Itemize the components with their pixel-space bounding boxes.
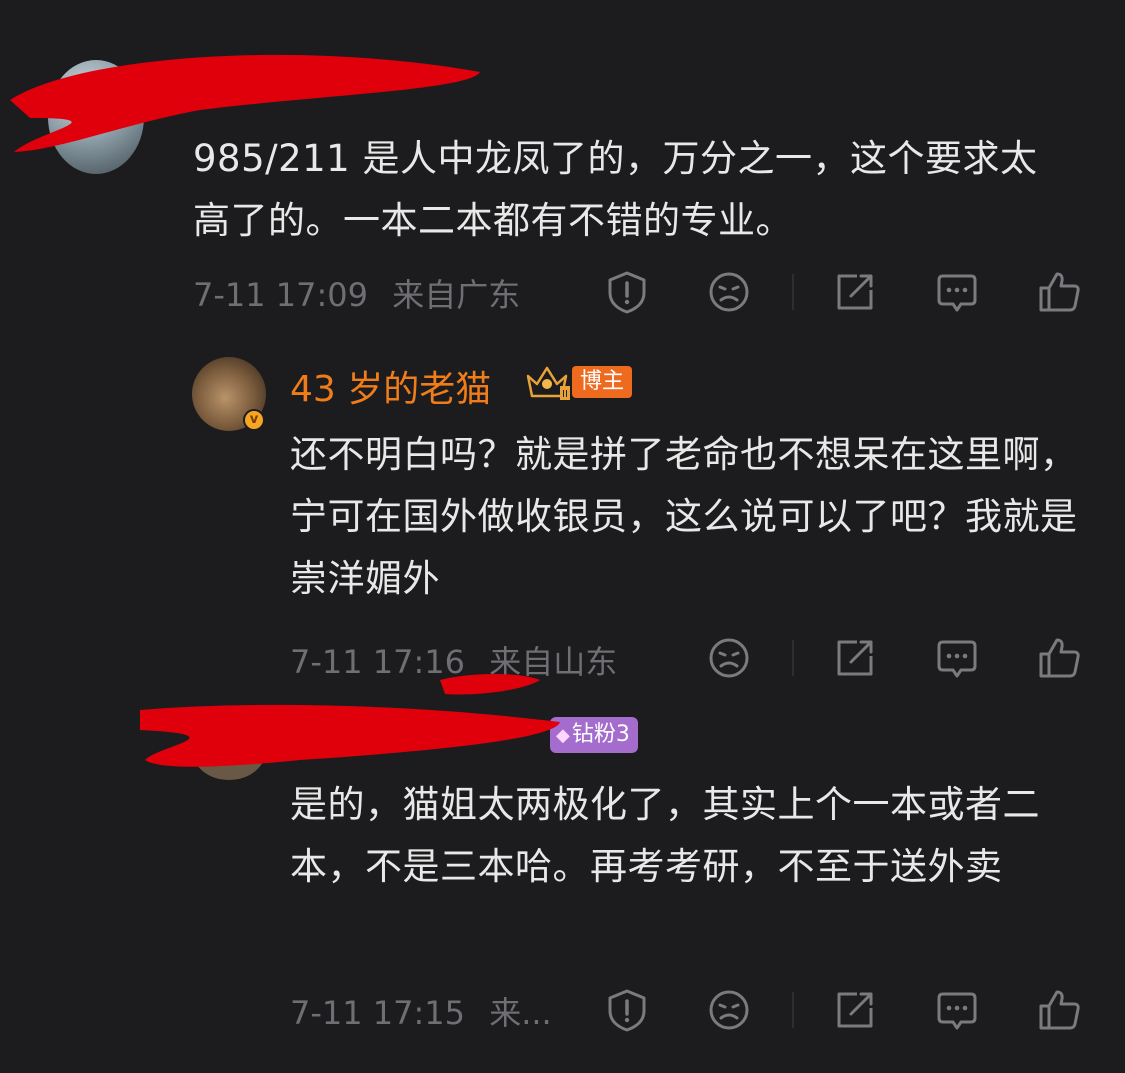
redaction-marks: [10, 54, 560, 767]
